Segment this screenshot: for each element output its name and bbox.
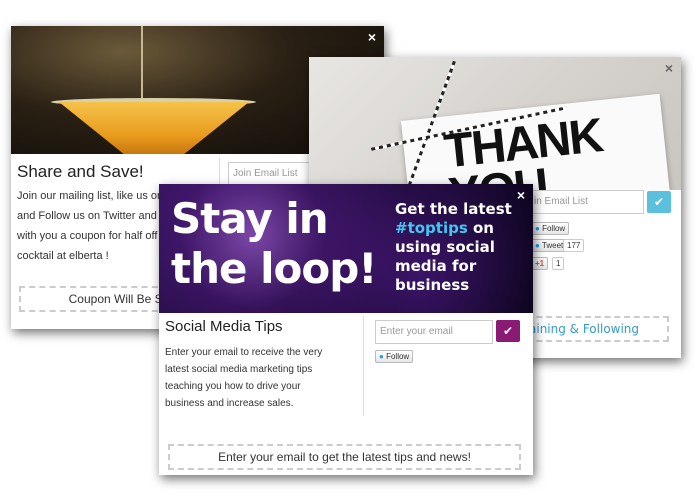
popup-title: Share and Save! [17,162,144,181]
hashtag: #toptips [395,219,468,237]
close-icon[interactable]: × [665,61,673,75]
twitter-bird-icon: ● [379,352,384,361]
banner-subheadline: Get the latest #toptips on using social … [395,200,527,295]
twitter-bird-icon: ● [535,241,540,250]
subheadline-line: media for [395,257,477,275]
check-icon[interactable]: ✔ [496,320,520,342]
twitter-follow-button[interactable]: ● Follow [531,222,570,235]
thank-you-card-image: THANK YOU [309,57,681,190]
description-line: latest social media marketing tips [165,364,313,375]
popup-title: Social Media Tips [165,318,283,335]
divider [363,316,364,416]
social-media-tips-popup: Stay in the loop! Get the latest #toptip… [159,184,533,475]
description-line: teaching you how to drive your [165,381,301,392]
gplus-count: 1 [552,257,565,270]
glass-shape [59,102,249,154]
headline-line: the loop! [171,244,377,293]
tweet-count: 177 [563,239,585,252]
headline-line: Stay in [171,194,329,243]
newsletter-bar[interactable]: Enter your email to get the latest tips … [168,444,521,470]
subheadline-line: #toptips on [395,219,527,238]
subheadline-line: business [395,276,470,294]
tweet-label: Tweet [541,241,564,250]
follow-label: Follow [386,352,410,361]
twitter-bird-icon: ● [535,224,540,233]
follow-label: Follow [542,224,566,233]
banner-headline: Stay in the loop! [171,194,377,294]
card-text: THANK YOU [442,109,608,190]
straw-shape [141,26,143,108]
close-icon[interactable]: × [368,30,376,44]
description-line: Enter your email to receive the very [165,347,323,358]
popup-description: Enter your email to receive the very lat… [165,344,360,412]
description-line: business and increase sales. [165,398,294,409]
close-icon[interactable]: × [517,188,525,202]
following-bar[interactable]: aining & Following [517,316,669,342]
gplus-label: +1 [535,259,545,268]
gplus-button[interactable]: +1 [531,257,549,270]
email-field[interactable]: Enter your email [375,320,493,344]
email-field[interactable]: Join Email List [228,162,318,186]
subheadline-suffix: on [467,219,494,237]
thank-you-card: THANK YOU [400,93,674,190]
subheadline-line: Get the latest [395,200,512,218]
email-field[interactable]: in Email List [529,190,644,214]
tweet-button[interactable]: ● Tweet [531,239,568,252]
galaxy-banner: Stay in the loop! Get the latest #toptip… [159,184,533,313]
check-icon[interactable]: ✔ [647,191,671,213]
subheadline-line: using social [395,238,495,256]
twitter-follow-button[interactable]: ● Follow [375,350,414,363]
